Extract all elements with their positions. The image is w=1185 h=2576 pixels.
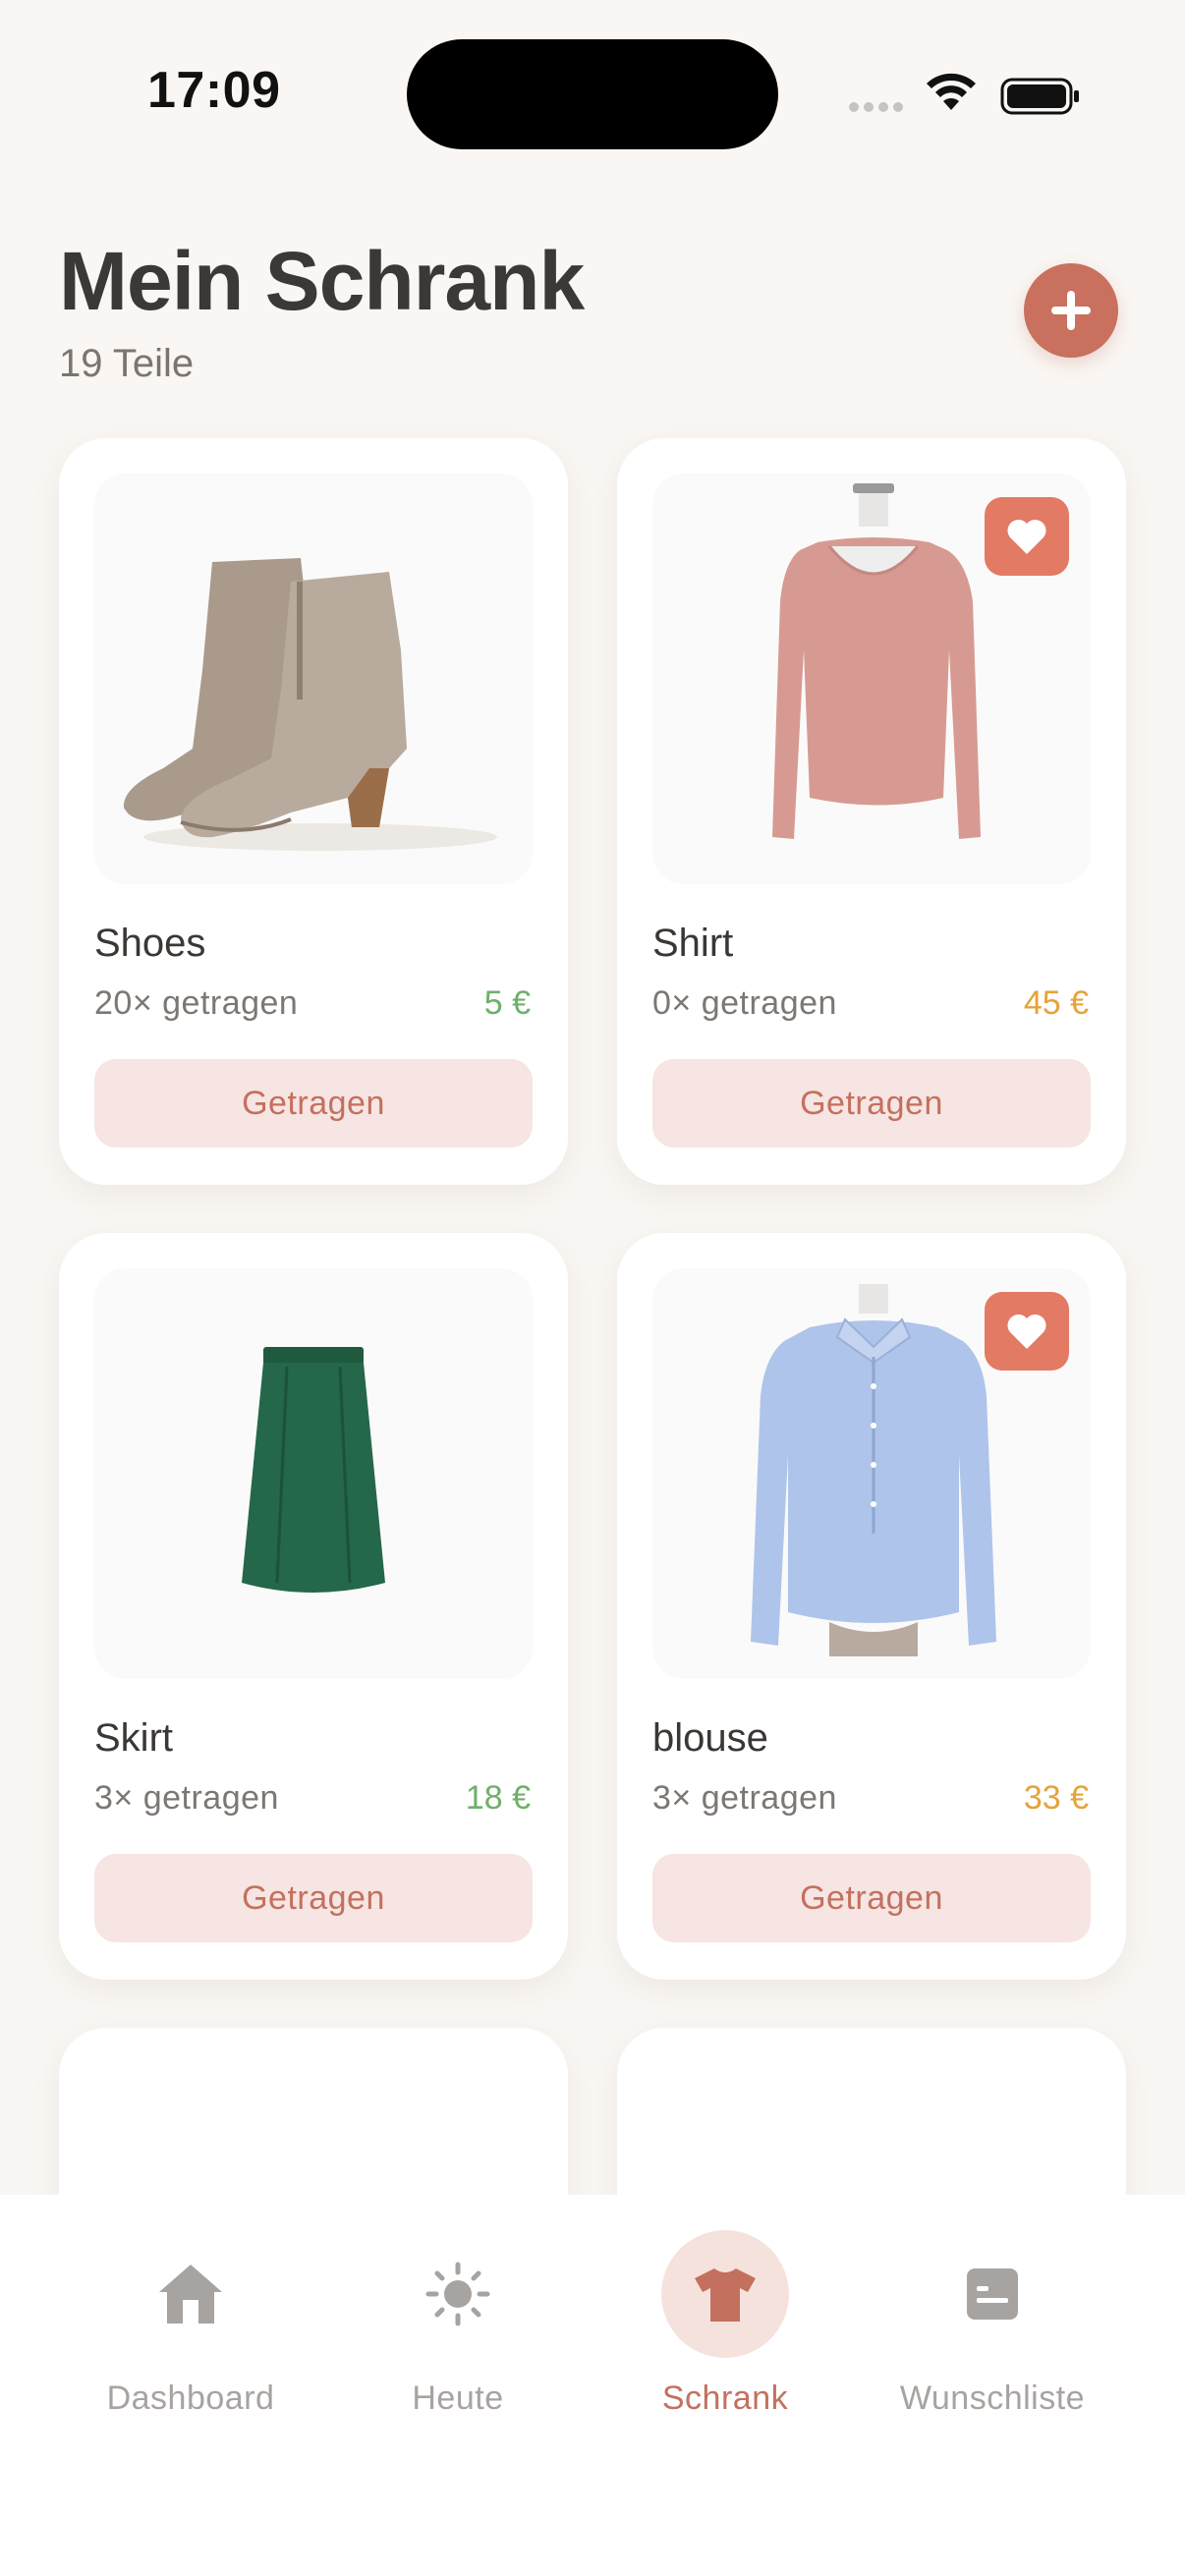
add-item-button[interactable] bbox=[1024, 263, 1118, 358]
tab-label: Wunschliste bbox=[899, 2380, 1086, 2417]
item-card[interactable]: Shirt 0× getragen 45 € Getragen bbox=[617, 438, 1126, 1185]
worn-count: 3× getragen bbox=[94, 1779, 279, 1817]
cellular-signal-icon bbox=[849, 102, 903, 112]
worn-count: 3× getragen bbox=[652, 1779, 837, 1817]
tshirt-icon bbox=[695, 2268, 756, 2322]
tab-wunschliste[interactable]: Wunschliste bbox=[865, 2230, 1120, 2417]
favorite-badge[interactable] bbox=[985, 497, 1069, 576]
ankle-boots-image bbox=[123, 558, 497, 851]
price-per-wear: 18 € bbox=[465, 1779, 531, 1817]
price-per-wear: 33 € bbox=[1023, 1779, 1089, 1817]
item-count: 19 Teile bbox=[59, 342, 195, 385]
tab-heute[interactable]: Heute bbox=[330, 2230, 586, 2417]
tab-dashboard[interactable]: Dashboard bbox=[63, 2230, 318, 2417]
worn-count: 20× getragen bbox=[94, 984, 299, 1022]
heart-icon bbox=[1007, 1314, 1046, 1349]
item-card[interactable]: blouse 3× getragen 33 € Getragen bbox=[617, 1233, 1126, 1980]
favorite-badge[interactable] bbox=[985, 1292, 1069, 1371]
worn-count: 0× getragen bbox=[652, 984, 837, 1022]
plus-icon bbox=[1051, 291, 1091, 330]
battery-icon bbox=[1000, 78, 1079, 115]
sun-icon bbox=[425, 2262, 490, 2326]
mark-worn-button[interactable]: Getragen bbox=[652, 1059, 1091, 1148]
closet-screen: 17:09 Mein Schrank 19 Teile Shoes 20× ge… bbox=[0, 0, 1185, 2576]
mark-worn-button[interactable]: Getragen bbox=[652, 1854, 1091, 1942]
tab-label: Dashboard bbox=[106, 2380, 275, 2417]
mark-worn-button[interactable]: Getragen bbox=[94, 1854, 533, 1942]
item-name: blouse bbox=[652, 1716, 768, 1760]
tab-bar: Dashboard Heute Schrank Wunschliste bbox=[0, 2195, 1185, 2576]
page-title: Mein Schrank bbox=[59, 235, 585, 327]
item-card[interactable]: Shoes 20× getragen 5 € Getragen bbox=[59, 438, 568, 1185]
mark-worn-button[interactable]: Getragen bbox=[94, 1059, 533, 1148]
item-name: Shirt bbox=[652, 922, 734, 965]
price-per-wear: 5 € bbox=[483, 984, 531, 1022]
list-icon bbox=[967, 2268, 1018, 2320]
dynamic-island bbox=[407, 39, 778, 149]
item-name: Shoes bbox=[94, 922, 206, 965]
tab-schrank[interactable]: Schrank bbox=[597, 2230, 853, 2417]
item-photo bbox=[94, 1268, 533, 1679]
green-skirt-image bbox=[242, 1347, 385, 1593]
price-per-wear: 45 € bbox=[1023, 984, 1089, 1022]
wifi-icon bbox=[927, 73, 976, 110]
tab-label: Heute bbox=[412, 2380, 504, 2417]
heart-icon bbox=[1007, 519, 1046, 554]
item-card[interactable]: Skirt 3× getragen 18 € Getragen bbox=[59, 1233, 568, 1980]
item-name: Skirt bbox=[94, 1716, 173, 1760]
status-time: 17:09 bbox=[147, 62, 281, 119]
house-icon bbox=[159, 2265, 222, 2324]
tab-label: Schrank bbox=[661, 2380, 789, 2417]
item-photo bbox=[94, 474, 533, 884]
